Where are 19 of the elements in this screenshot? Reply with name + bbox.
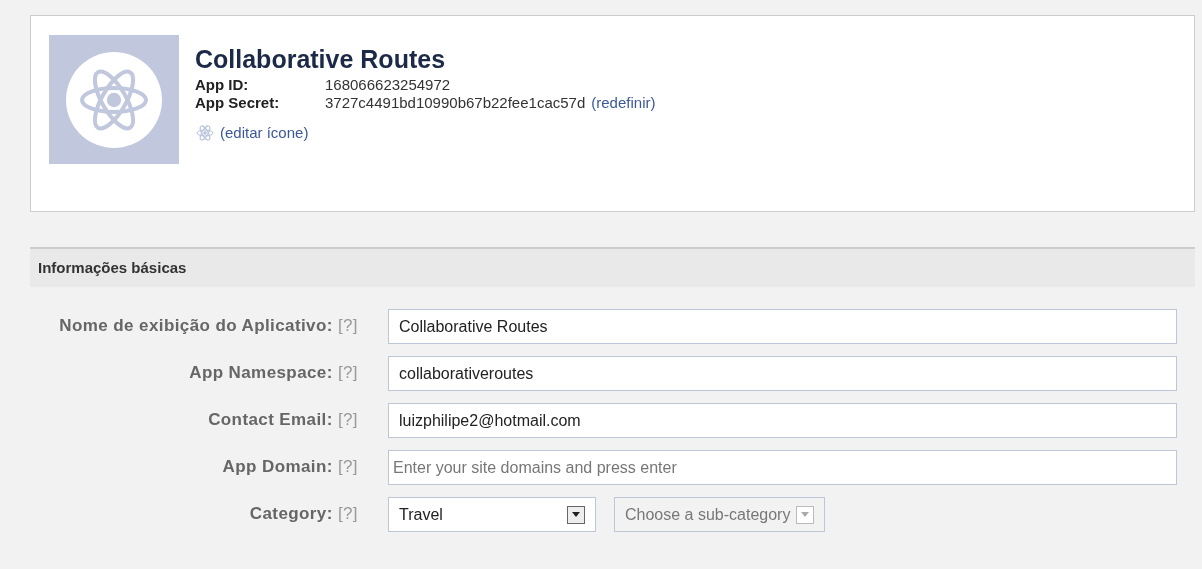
- app-title: Collaborative Routes: [195, 44, 447, 74]
- app-secret-label: App Secret:: [195, 94, 281, 112]
- atom-icon: [195, 123, 215, 144]
- section-header: Informações básicas: [30, 247, 1195, 287]
- category-select[interactable]: Travel: [388, 497, 596, 532]
- field-label: Nome de exibição do Aplicativo:: [59, 316, 333, 335]
- app-id-value: 168066623254972: [325, 76, 451, 94]
- text-field[interactable]: Collaborative Routes: [388, 309, 1177, 344]
- reset-link[interactable]: (redefinir): [591, 94, 656, 112]
- text-field[interactable]: collaborativeroutes: [388, 356, 1177, 391]
- app-secret-value: 3727c4491bd10990b67b22fee1cac57d: [325, 94, 586, 112]
- app-id-label: App ID:: [195, 76, 250, 94]
- edit-icon-link[interactable]: (editar ícone): [220, 122, 309, 145]
- field-label: App Domain:: [222, 457, 333, 476]
- field-label: App Namespace:: [189, 363, 333, 382]
- field-label: Category:: [249, 504, 333, 523]
- field-label: Contact Email:: [208, 410, 333, 429]
- text-field[interactable]: luizphilipe2@hotmail.com: [388, 403, 1177, 438]
- text-field[interactable]: Enter your site domains and press enter: [388, 450, 1177, 485]
